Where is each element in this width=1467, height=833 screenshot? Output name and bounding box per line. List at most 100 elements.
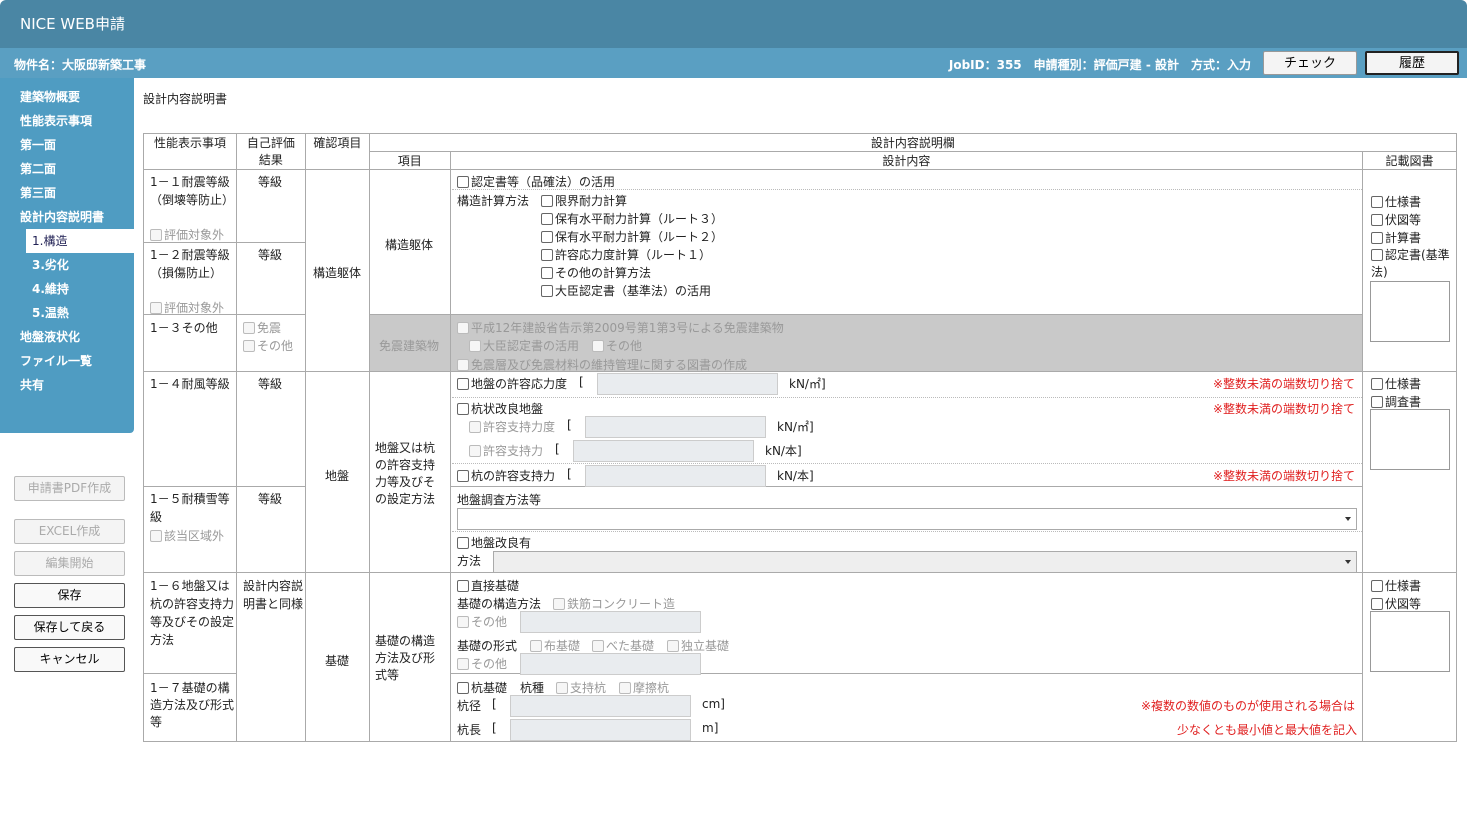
calc-0[interactable]: 限界耐力計算 <box>541 192 627 209</box>
doc1-3[interactable]: 認定書(基準法) <box>1371 247 1457 281</box>
exempt-1-1[interactable]: 評価対象外 <box>150 226 224 243</box>
item-iso: 免震建築物 <box>379 339 440 353</box>
perf-1-2: 1－２耐震等級（損傷防止） <box>150 248 230 280</box>
g4-select[interactable] <box>457 508 1357 530</box>
cancel-button[interactable]: キャンセル <box>14 647 125 672</box>
sidebar-item-page1[interactable]: 第一面 <box>20 136 56 154</box>
g2b-label: 許容支持力 <box>483 444 544 458</box>
doc3-1[interactable]: 伏図等 <box>1371 595 1421 612</box>
docs2-textarea[interactable] <box>1370 409 1450 470</box>
g3-check[interactable]: 杭の許容支持力 <box>457 467 555 484</box>
sidebar-item-thermal[interactable]: 5.温熱 <box>32 304 69 322</box>
g2a-bracket: [ <box>567 418 572 432</box>
g2a-input[interactable] <box>585 416 766 438</box>
checkbox-icon <box>457 580 469 592</box>
g2b-input[interactable] <box>573 440 754 462</box>
f3-label: 基礎の形式 <box>457 639 518 653</box>
f3-other-check[interactable]: その他 <box>457 655 507 672</box>
f3-other-input[interactable] <box>520 653 701 675</box>
header-self: 自己評価 結果 <box>235 133 306 170</box>
f6-input[interactable] <box>510 719 691 741</box>
calc-2[interactable]: 保有水平耐力計算（ルート２） <box>541 228 723 245</box>
save-button[interactable]: 保存 <box>14 583 125 608</box>
design-table: 性能表示事項 自己評価 結果 確認項目 設計内容説明欄 項目 設計内容 記載図書 <box>143 133 1458 742</box>
f4a-check[interactable]: 支持杭 <box>556 679 606 696</box>
docs3-textarea[interactable] <box>1370 611 1450 672</box>
grade-1-2: 等級 <box>258 248 283 262</box>
g1-input[interactable] <box>597 373 778 395</box>
sidebar-item-deterioration[interactable]: 3.劣化 <box>32 256 69 274</box>
g3-input[interactable] <box>585 465 766 487</box>
f2a-check[interactable]: 鉄筋コンクリート造 <box>553 595 675 612</box>
g1-bracket: [ <box>579 375 584 389</box>
g2-check[interactable]: 杭状改良地盤 <box>457 400 543 417</box>
f1-check[interactable]: 直接基礎 <box>457 577 519 594</box>
check-button[interactable]: チェック <box>1263 51 1357 75</box>
doc2-0[interactable]: 仕様書 <box>1371 375 1421 392</box>
sidebar-item-performance[interactable]: 性能表示事項 <box>20 112 92 130</box>
f4b-check[interactable]: 摩擦杭 <box>619 679 669 696</box>
sidebar-item-files[interactable]: ファイル一覧 <box>20 352 92 370</box>
doc1-2[interactable]: 計算書 <box>1371 229 1421 246</box>
doc1-0[interactable]: 仕様書 <box>1371 193 1421 210</box>
property-name: 物件名：大阪邸新築工事 <box>14 58 147 72</box>
exempt-1-5[interactable]: 該当区域外 <box>150 527 224 544</box>
other-check[interactable]: その他 <box>243 337 293 354</box>
cert-use-check[interactable]: 認定書等（品確法）の活用 <box>457 173 615 190</box>
sidebar-item-overview[interactable]: 建築物概要 <box>20 88 80 106</box>
checkbox-icon <box>556 682 568 694</box>
f4-check[interactable]: 杭基礎 <box>457 679 507 696</box>
calc-5[interactable]: 大臣認定書（基準法）の活用 <box>541 282 711 299</box>
header-docs: 記載図書 <box>1362 151 1457 170</box>
doc3-1-label: 伏図等 <box>1385 597 1422 611</box>
f5-input[interactable] <box>510 695 691 717</box>
g5-check[interactable]: 地盤改良有 <box>457 534 531 551</box>
f2-other-input[interactable] <box>520 611 701 633</box>
checkbox-icon <box>541 285 553 297</box>
g1-label: 地盤の許容応力度 <box>471 377 568 391</box>
calc-1[interactable]: 保有水平耐力計算（ルート３） <box>541 210 723 227</box>
edit-button[interactable]: 編集開始 <box>14 551 125 576</box>
docs1-textarea[interactable] <box>1370 281 1450 342</box>
g2a-check[interactable]: 許容支持力度 <box>469 418 555 435</box>
exempt-1-2[interactable]: 評価対象外 <box>150 299 224 316</box>
doc3-0[interactable]: 仕様書 <box>1371 577 1421 594</box>
iso-4[interactable]: 免震層及び免震材料の維持管理に関する図書の作成 <box>457 356 747 373</box>
checkbox-icon <box>619 682 631 694</box>
sidebar-item-design[interactable]: 設計内容説明書 <box>20 208 104 226</box>
calc-4-label: その他の計算方法 <box>555 266 652 280</box>
f3a-check[interactable]: 布基礎 <box>530 637 580 654</box>
f3c-check[interactable]: 独立基礎 <box>667 637 729 654</box>
checkbox-icon <box>1371 598 1383 610</box>
doc1-1[interactable]: 伏図等 <box>1371 211 1421 228</box>
sidebar-item-maintenance[interactable]: 4.維持 <box>32 280 69 298</box>
excel-button[interactable]: EXCEL作成 <box>14 519 125 544</box>
f2-other-check[interactable]: その他 <box>457 613 507 630</box>
g5-method-select[interactable] <box>493 551 1357 573</box>
calc-3[interactable]: 許容応力度計算（ルート１） <box>541 246 711 263</box>
checkbox-icon <box>553 598 565 610</box>
sidebar-item-page3[interactable]: 第三面 <box>20 184 56 202</box>
calc-5-label: 大臣認定書（基準法）の活用 <box>555 284 712 298</box>
sidebar-item-share[interactable]: 共有 <box>20 376 44 394</box>
sidebar-item-structure[interactable]: 1.構造 <box>26 229 134 253</box>
perf-1-7: 1－７基礎の構造方法及び形式等 <box>150 681 235 729</box>
f3a-label: 布基礎 <box>544 639 581 653</box>
sidebar-item-liquefaction[interactable]: 地盤液状化 <box>20 328 80 346</box>
doc2-1[interactable]: 調査書 <box>1371 393 1421 410</box>
sidebar-item-page2[interactable]: 第二面 <box>20 160 56 178</box>
g1-check[interactable]: 地盤の許容応力度 <box>457 375 567 392</box>
history-button[interactable]: 履歴 <box>1365 51 1459 75</box>
f3b-check[interactable]: べた基礎 <box>592 637 654 654</box>
f2-label: 基礎の構造方法 <box>457 597 542 611</box>
save-back-button[interactable]: 保存して戻る <box>14 615 125 640</box>
iso-4-label: 免震層及び免震材料の維持管理に関する図書の作成 <box>471 358 748 372</box>
pdf-button[interactable]: 申請書PDF作成 <box>14 476 125 501</box>
iso-check[interactable]: 免震 <box>243 319 281 336</box>
g1-unit: kN/㎡] <box>789 377 826 391</box>
iso-3[interactable]: その他 <box>592 337 642 354</box>
iso-1[interactable]: 平成12年建設省告示第2009号第1第3号による免震建築物 <box>457 319 784 336</box>
g2b-check[interactable]: 許容支持力 <box>469 442 543 459</box>
calc-4[interactable]: その他の計算方法 <box>541 264 651 281</box>
iso-2[interactable]: 大臣認定書の活用 <box>469 337 579 354</box>
